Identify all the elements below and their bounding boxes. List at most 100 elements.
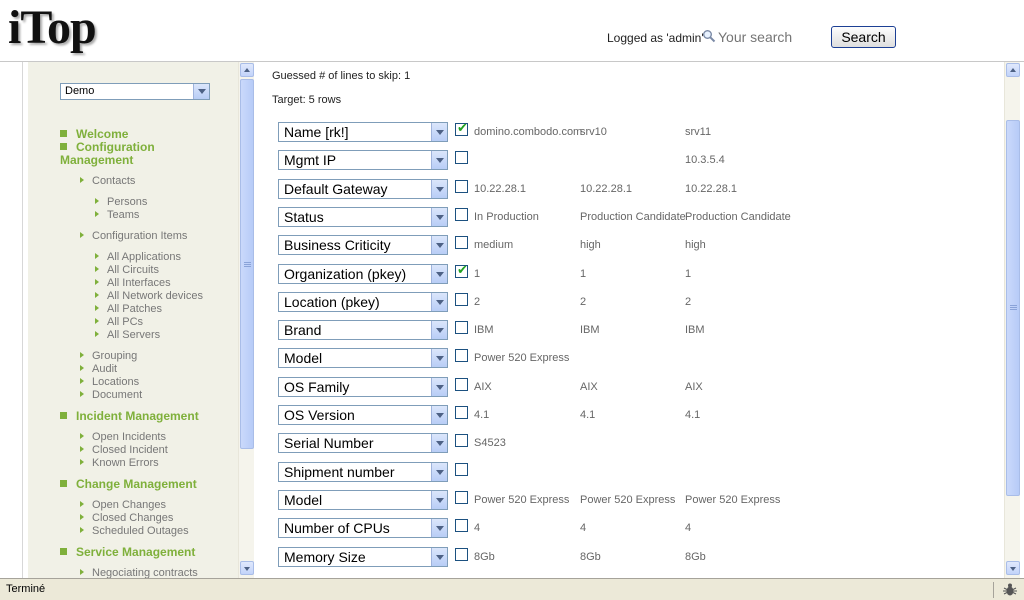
search-key-checkbox[interactable]: ✔ xyxy=(455,263,468,278)
field-select-value: Serial Number xyxy=(284,435,374,451)
menu-all-circuits[interactable]: All Circuits xyxy=(95,264,159,277)
menu-configuration-items[interactable]: Configuration Items xyxy=(80,230,187,243)
chevron-down-icon[interactable] xyxy=(431,208,447,226)
search-key-checkbox[interactable] xyxy=(455,180,468,193)
menu-all-patches[interactable]: All Patches xyxy=(95,303,162,316)
field-select[interactable]: Shipment number xyxy=(278,462,448,482)
search-input[interactable] xyxy=(716,27,826,47)
menu-closed-changes[interactable]: Closed Changes xyxy=(80,512,173,525)
menu-all-applications[interactable]: All Applications xyxy=(95,251,181,264)
search-key-checkbox[interactable] xyxy=(455,406,468,419)
menu-all-network-devices[interactable]: All Network devices xyxy=(95,290,203,303)
chevron-down-icon[interactable] xyxy=(431,151,447,169)
menu-persons[interactable]: Persons xyxy=(95,196,147,209)
chevron-down-icon[interactable] xyxy=(431,378,447,396)
field-select[interactable]: Default Gateway xyxy=(278,179,448,199)
menu-incident-management[interactable]: Incident Management xyxy=(60,410,199,423)
field-select[interactable]: Organization (pkey) xyxy=(278,264,448,284)
scroll-up-icon[interactable] xyxy=(240,63,254,77)
chevron-down-icon[interactable] xyxy=(431,236,447,254)
bug-icon xyxy=(1003,583,1017,596)
field-select[interactable]: OS Version xyxy=(278,405,448,425)
search-key-checkbox[interactable] xyxy=(455,519,468,532)
menu-all-pcs[interactable]: All PCs xyxy=(95,316,143,329)
search-key-checkbox[interactable] xyxy=(455,208,468,221)
menu-audit[interactable]: Audit xyxy=(80,363,117,376)
menu-service-management[interactable]: Service Management xyxy=(60,546,195,559)
field-select[interactable]: Model xyxy=(278,348,448,368)
sample-value: 1 xyxy=(685,268,692,280)
search-key-checkbox[interactable] xyxy=(455,463,468,476)
search-key-checkbox[interactable] xyxy=(455,293,468,306)
sample-value: 2 xyxy=(685,296,692,308)
field-select[interactable]: Name [rk!] xyxy=(278,122,448,142)
field-select[interactable]: Mgmt IP xyxy=(278,150,448,170)
chevron-down-icon[interactable] xyxy=(431,519,447,537)
search-icon xyxy=(703,30,716,43)
menu-negociating-contracts[interactable]: Negociating contracts xyxy=(80,567,198,578)
menu-contacts[interactable]: Contacts xyxy=(80,175,135,188)
menu-teams[interactable]: Teams xyxy=(95,209,139,222)
menu-document[interactable]: Document xyxy=(80,389,142,402)
search-key-checkbox[interactable] xyxy=(455,548,468,561)
sample-value: srv10 xyxy=(580,126,607,138)
chevron-down-icon[interactable] xyxy=(431,293,447,311)
search-key-checkbox[interactable] xyxy=(455,151,468,164)
field-select[interactable]: Serial Number xyxy=(278,433,448,453)
field-select[interactable]: Status xyxy=(278,207,448,227)
menu-locations[interactable]: Locations xyxy=(80,376,139,389)
search-key-checkbox[interactable] xyxy=(455,349,468,362)
menu-all-servers[interactable]: All Servers xyxy=(95,329,160,342)
menu-known-errors[interactable]: Known Errors xyxy=(80,457,159,470)
menu-change-management[interactable]: Change Management xyxy=(60,478,197,491)
chevron-down-icon[interactable] xyxy=(431,548,447,566)
field-select[interactable]: Model xyxy=(278,490,448,510)
field-select[interactable]: OS Family xyxy=(278,377,448,397)
main-scrollbar-thumb[interactable] xyxy=(1006,120,1020,496)
scroll-up-icon[interactable] xyxy=(1006,63,1020,77)
menu-all-interfaces[interactable]: All Interfaces xyxy=(95,277,171,290)
sample-value: 10.3.5.4 xyxy=(685,154,725,166)
sample-value: 8Gb xyxy=(685,551,706,563)
field-select[interactable]: Brand xyxy=(278,320,448,340)
chevron-down-icon[interactable] xyxy=(193,84,209,99)
chevron-down-icon[interactable] xyxy=(431,123,447,141)
chevron-down-icon[interactable] xyxy=(431,406,447,424)
chevron-down-icon[interactable] xyxy=(431,434,447,452)
chevron-down-icon[interactable] xyxy=(431,463,447,481)
csv-import-panel: Guessed # of lines to skip: 1 Target: 5 … xyxy=(262,62,1004,578)
menu-scheduled-outages[interactable]: Scheduled Outages xyxy=(80,525,189,538)
search-button[interactable]: Search xyxy=(831,26,896,48)
scroll-down-icon[interactable] xyxy=(1006,561,1020,575)
search-key-checkbox[interactable] xyxy=(455,236,468,249)
field-select-value: Name [rk!] xyxy=(284,124,349,140)
search-key-checkbox[interactable] xyxy=(455,378,468,391)
chevron-down-icon[interactable] xyxy=(431,321,447,339)
search-key-checkbox[interactable] xyxy=(455,434,468,447)
chevron-down-icon[interactable] xyxy=(431,491,447,509)
menu-open-changes[interactable]: Open Changes xyxy=(80,499,166,512)
menu-scrollbar[interactable] xyxy=(238,62,254,578)
menu-scrollbar-thumb[interactable] xyxy=(240,79,254,449)
chevron-down-icon[interactable] xyxy=(431,349,447,367)
sample-value: medium xyxy=(474,239,514,251)
field-select[interactable]: Number of CPUs xyxy=(278,518,448,538)
scroll-down-icon[interactable] xyxy=(240,561,254,575)
arrow-icon xyxy=(80,365,84,371)
organization-select[interactable]: Demo xyxy=(60,83,210,100)
chevron-down-icon[interactable] xyxy=(431,180,447,198)
search-key-checkbox[interactable] xyxy=(455,321,468,334)
field-select[interactable]: Business Criticity xyxy=(278,235,448,255)
menu-closed-incident[interactable]: Closed Incident xyxy=(80,444,168,457)
search-key-checkbox[interactable] xyxy=(455,491,468,504)
field-select[interactable]: Memory Size xyxy=(278,547,448,567)
sample-value: IBM xyxy=(685,324,705,336)
itop-logo[interactable]: iTop xyxy=(8,2,97,54)
menu-open-incidents[interactable]: Open Incidents xyxy=(80,431,166,444)
menu-configuration-management[interactable]: Configuration Management xyxy=(60,141,170,167)
search-key-checkbox[interactable]: ✔ xyxy=(455,121,468,136)
field-select[interactable]: Location (pkey) xyxy=(278,292,448,312)
chevron-down-icon[interactable] xyxy=(431,265,447,283)
menu-grouping[interactable]: Grouping xyxy=(80,350,137,363)
main-scrollbar[interactable] xyxy=(1004,62,1020,578)
